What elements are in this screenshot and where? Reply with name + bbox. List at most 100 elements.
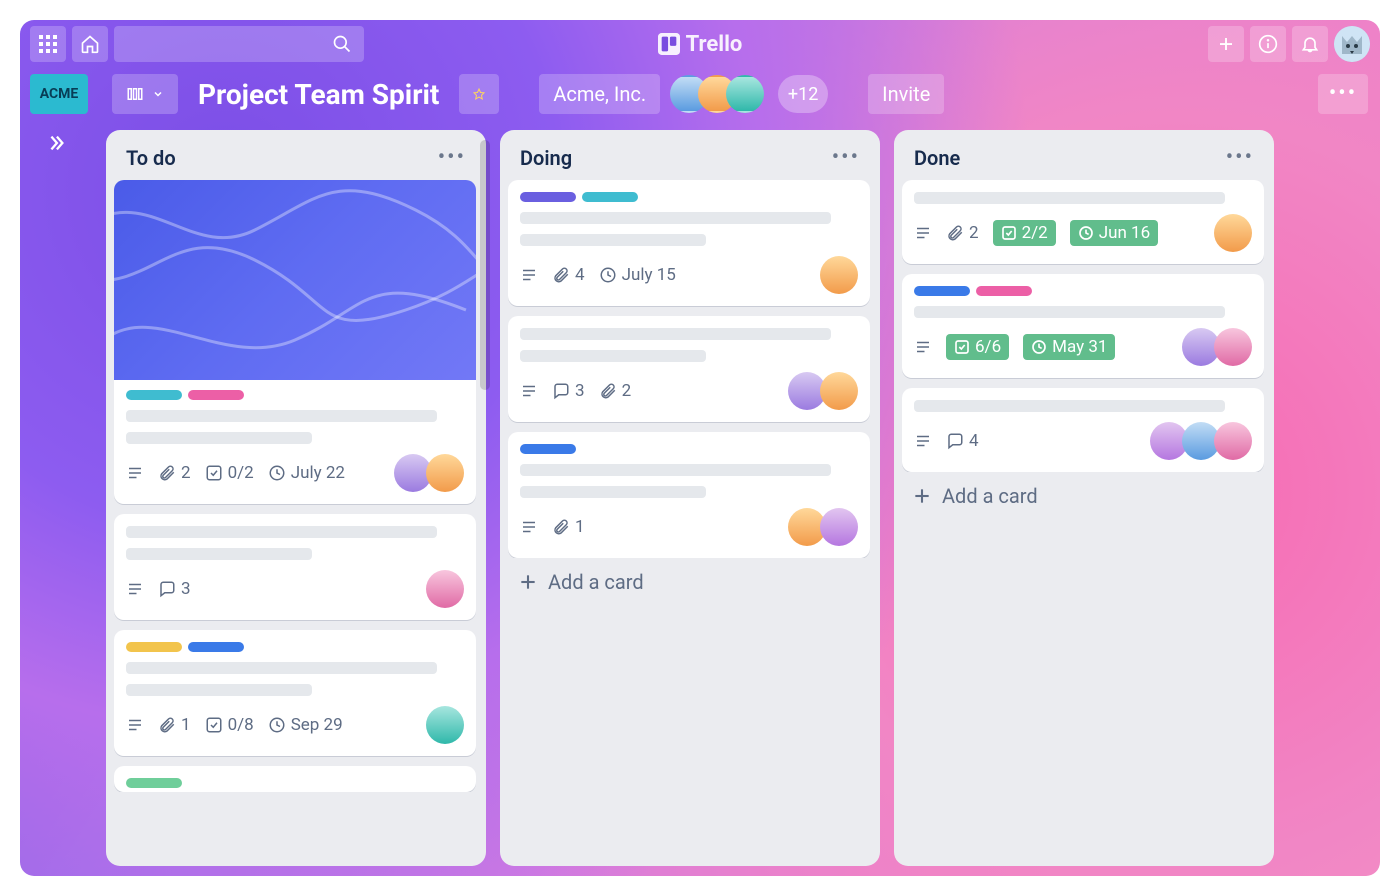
add-card-button[interactable]: Add a card — [508, 558, 872, 598]
invite-button[interactable]: Invite — [868, 74, 944, 114]
label[interactable] — [582, 192, 638, 202]
checklist-done-badge: 2/2 — [993, 220, 1056, 246]
description-badge — [520, 266, 538, 284]
label[interactable] — [976, 286, 1032, 296]
card-members[interactable] — [394, 454, 464, 492]
description-badge — [126, 464, 144, 482]
info-button[interactable] — [1250, 26, 1286, 62]
workspace-link[interactable]: Acme, Inc. — [539, 74, 660, 114]
card-title-placeholder — [126, 548, 312, 560]
create-button[interactable] — [1208, 26, 1244, 62]
checklist-icon — [954, 339, 970, 355]
card-labels — [914, 286, 1252, 296]
sidebar-expand-button[interactable] — [45, 132, 67, 154]
label[interactable] — [188, 642, 244, 652]
card-badges: 3 2 — [520, 372, 858, 410]
search-icon — [332, 34, 352, 54]
card-cover — [114, 180, 476, 380]
clock-icon — [268, 716, 286, 734]
card-members[interactable] — [1214, 214, 1252, 252]
board-canvas[interactable]: To do ••• 2 0/2 — [92, 120, 1380, 876]
checklist-done-badge: 6/6 — [946, 334, 1009, 360]
checklist-badge: 0/8 — [205, 715, 254, 735]
bell-icon — [1300, 34, 1320, 54]
app-frame: Trello ACME Project Team Spirit Acme, In… — [20, 20, 1380, 876]
board-title[interactable]: Project Team Spirit — [188, 78, 449, 111]
more-members[interactable]: +12 — [778, 75, 828, 113]
card[interactable]: 3 2 — [508, 316, 870, 422]
card-members[interactable] — [426, 706, 464, 744]
card[interactable] — [114, 766, 476, 792]
description-badge — [126, 716, 144, 734]
list-scrollbar[interactable] — [480, 140, 490, 390]
label[interactable] — [188, 390, 244, 400]
card[interactable]: 2 0/2 July 22 — [114, 180, 476, 504]
clock-icon — [268, 464, 286, 482]
star-button[interactable] — [459, 74, 499, 114]
label[interactable] — [126, 778, 182, 788]
card-members[interactable] — [820, 256, 858, 294]
description-icon — [520, 518, 538, 536]
card-title-placeholder — [914, 192, 1225, 204]
user-avatar[interactable] — [1334, 26, 1370, 62]
date-done-badge: May 31 — [1023, 334, 1115, 360]
label[interactable] — [520, 444, 576, 454]
label[interactable] — [126, 390, 182, 400]
card-title-placeholder — [520, 234, 706, 246]
description-icon — [520, 266, 538, 284]
star-icon — [473, 84, 485, 104]
add-card-button[interactable]: Add a card — [902, 472, 1266, 512]
list-doing: Doing ••• 4 July 15 — [500, 130, 880, 866]
date-badge: Sep 29 — [268, 715, 343, 735]
list-title[interactable]: To do — [126, 146, 438, 170]
card-badges: 6/6 May 31 — [914, 328, 1252, 366]
card[interactable]: 6/6 May 31 — [902, 274, 1264, 378]
home-button[interactable] — [72, 26, 108, 62]
card-badges: 4 — [914, 422, 1252, 460]
search-box[interactable] — [114, 26, 364, 62]
card-title-placeholder — [914, 400, 1225, 412]
clock-icon — [1078, 225, 1094, 241]
board-members[interactable] — [670, 75, 764, 113]
add-card-label: Add a card — [942, 484, 1038, 508]
card-title-placeholder — [914, 306, 1225, 318]
card-labels — [520, 444, 858, 454]
card[interactable]: 1 — [508, 432, 870, 558]
card[interactable]: 4 July 15 — [508, 180, 870, 306]
card-members[interactable] — [426, 570, 464, 608]
card-members[interactable] — [1150, 422, 1252, 460]
board-icon — [126, 85, 144, 103]
invite-label: Invite — [882, 82, 930, 106]
attachments-badge: 2 — [158, 463, 191, 483]
card[interactable]: 4 — [902, 388, 1264, 472]
card[interactable]: 3 — [114, 514, 476, 620]
card-title-placeholder — [126, 662, 437, 674]
card[interactable]: 1 0/8 Sep 29 — [114, 630, 476, 756]
card-members[interactable] — [788, 508, 858, 546]
card-members[interactable] — [788, 372, 858, 410]
comment-icon — [946, 432, 964, 450]
board-bar: ACME Project Team Spirit Acme, Inc. +12 … — [20, 68, 1380, 120]
card-members[interactable] — [1182, 328, 1252, 366]
workspace-badge[interactable]: ACME — [30, 74, 88, 114]
apps-button[interactable] — [30, 26, 66, 62]
list-menu-button[interactable]: ••• — [438, 153, 466, 163]
card-title-placeholder — [126, 684, 312, 696]
list-title[interactable]: Doing — [520, 146, 832, 170]
board-menu-button[interactable]: ••• — [1318, 74, 1368, 114]
label[interactable] — [126, 642, 182, 652]
list-menu-button[interactable]: ••• — [832, 153, 860, 163]
checklist-icon — [205, 464, 223, 482]
card[interactable]: 2 2/2 Jun 16 — [902, 180, 1264, 264]
label[interactable] — [520, 192, 576, 202]
card-title-placeholder — [520, 486, 706, 498]
board-switcher[interactable] — [112, 74, 178, 114]
attachments-badge: 1 — [158, 715, 191, 735]
notifications-button[interactable] — [1292, 26, 1328, 62]
comment-icon — [552, 382, 570, 400]
card-labels — [126, 642, 464, 652]
comments-badge: 3 — [158, 579, 191, 599]
list-menu-button[interactable]: ••• — [1226, 153, 1254, 163]
list-title[interactable]: Done — [914, 146, 1226, 170]
label[interactable] — [914, 286, 970, 296]
